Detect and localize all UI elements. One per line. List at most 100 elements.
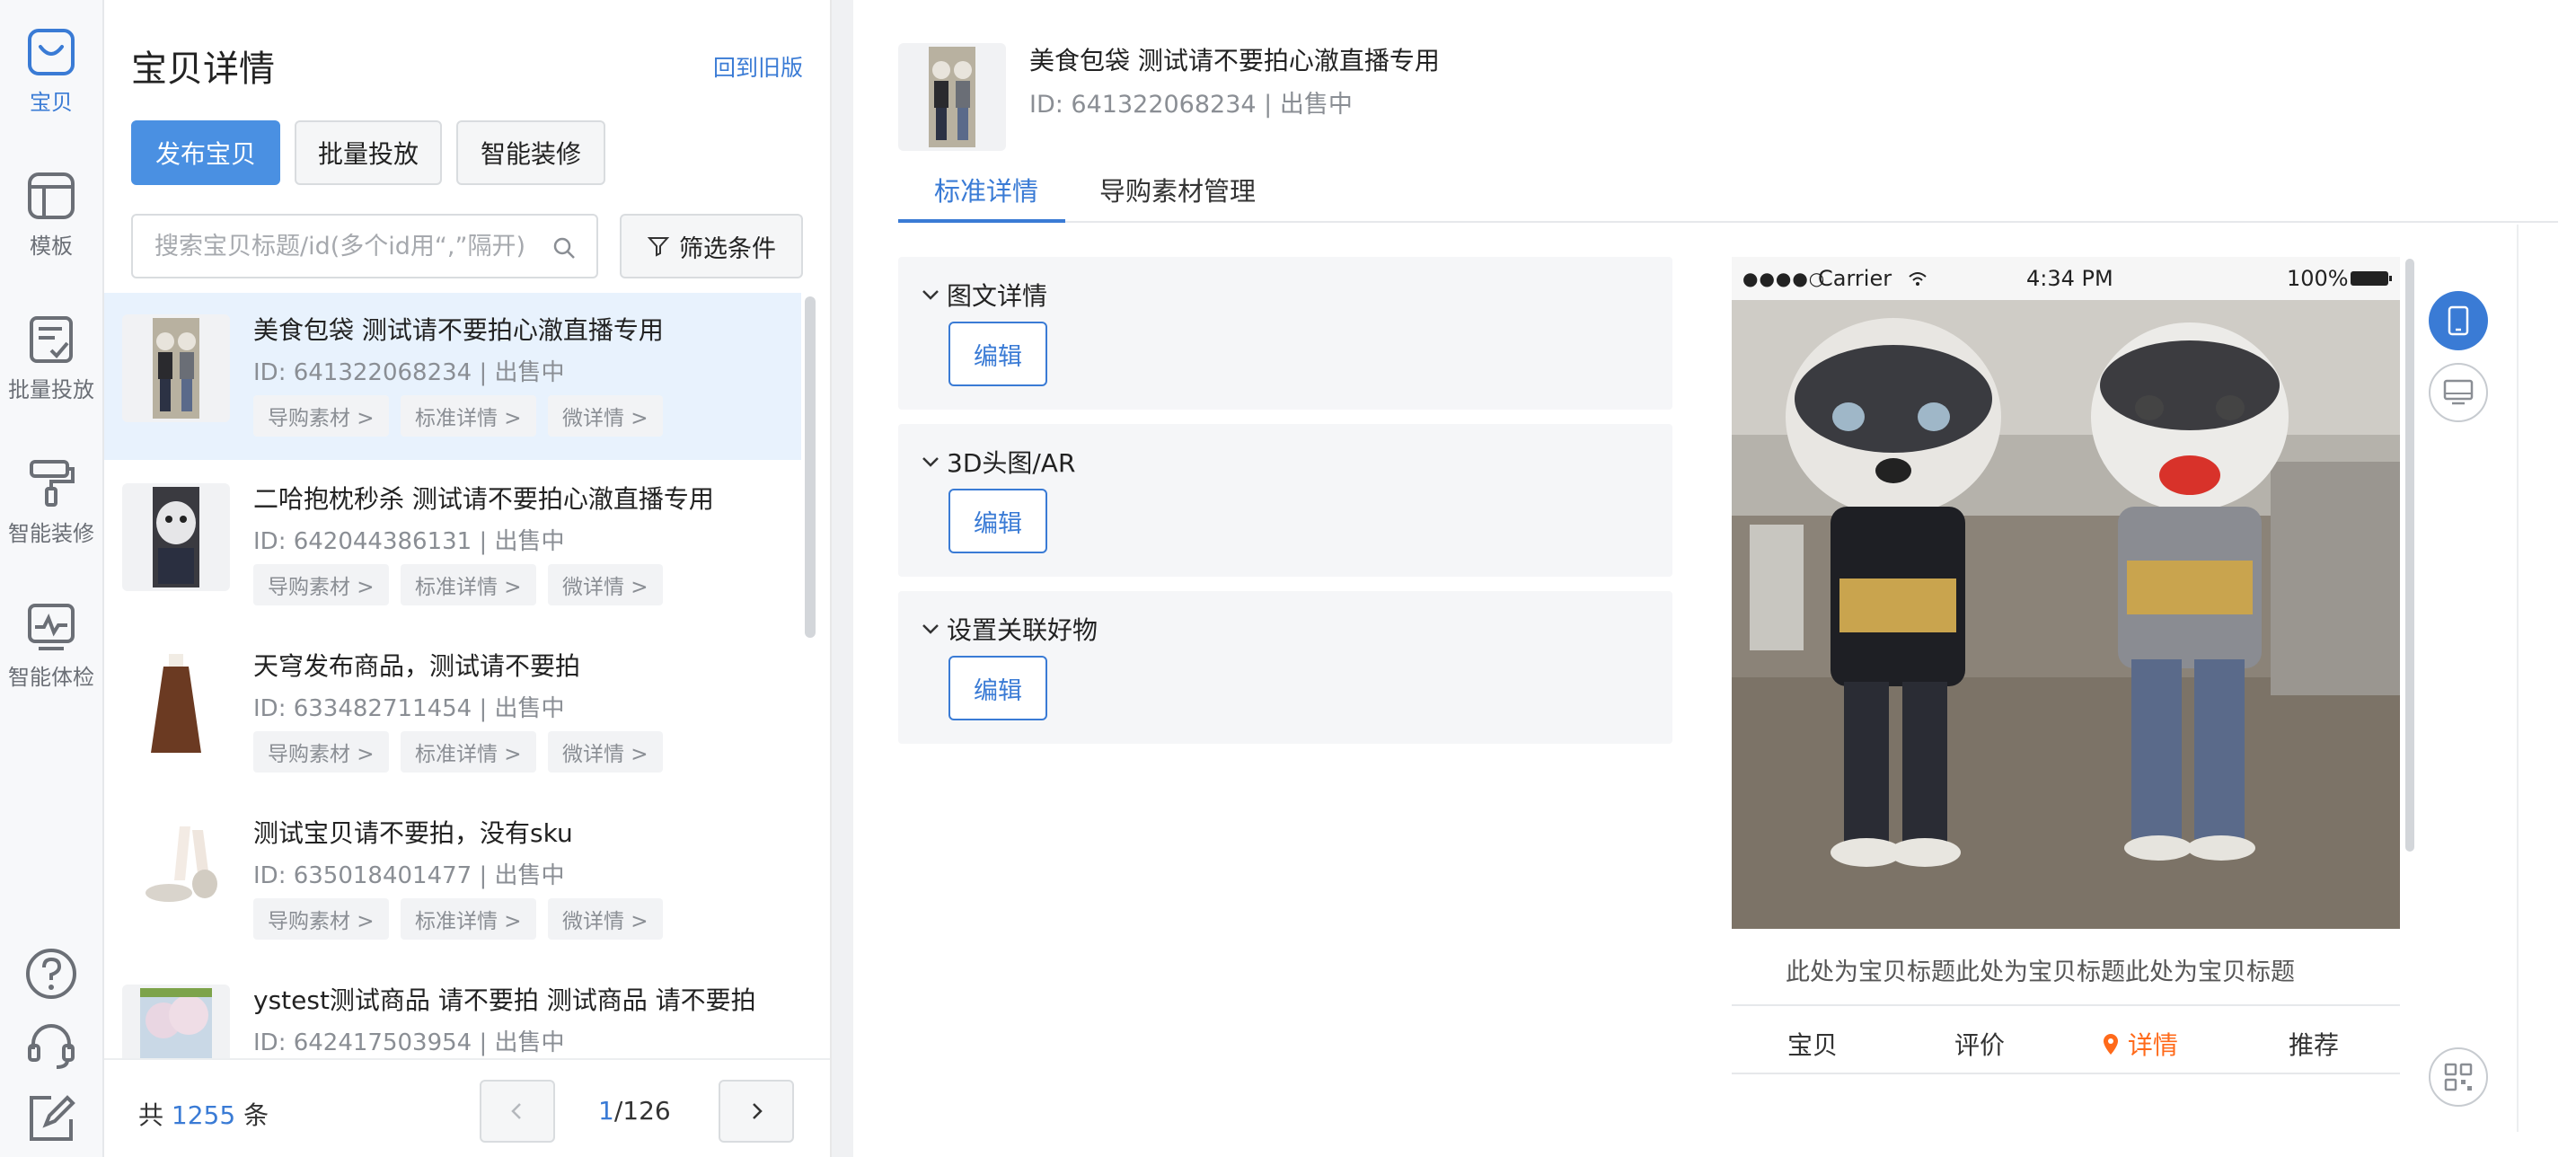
chip-micro-detail[interactable]: 微详情 >	[548, 731, 663, 773]
chevron-right-icon	[753, 1103, 763, 1119]
product-thumbnail	[122, 650, 230, 758]
edit-button[interactable]: 编辑	[948, 489, 1047, 553]
section-header[interactable]: 3D头图/AR	[920, 444, 1075, 480]
help-icon	[26, 949, 76, 999]
detail-meta: ID: 641322068234 | 出售中	[1029, 91, 1353, 119]
battery-icon	[2351, 271, 2392, 286]
smart-decorate-button[interactable]: 智能装修	[456, 120, 605, 185]
preview-tab-detail[interactable]: 详情	[2102, 1026, 2178, 1062]
active-tab-indicator	[898, 219, 1065, 223]
publish-product-button[interactable]: 发布宝贝	[131, 120, 280, 185]
customer-service-button[interactable]	[0, 1019, 102, 1076]
paint-roller-icon	[30, 460, 75, 507]
chip-guide-material[interactable]: 导购素材 >	[253, 395, 389, 437]
filter-icon	[647, 237, 670, 257]
mobile-preview-button[interactable]	[2429, 291, 2488, 350]
preview-tab-reviews[interactable]: 评价	[1954, 1026, 2005, 1062]
preview-tab-bar: 宝贝 评价 详情 推荐	[1732, 1004, 2400, 1074]
item-meta: ID: 642417503954 | 出售中	[253, 1029, 565, 1056]
feedback-button[interactable]	[0, 1091, 102, 1148]
batch-publish-button[interactable]: 批量投放	[295, 120, 442, 185]
page-indicator: 1/126	[598, 1096, 671, 1126]
next-page-button[interactable]	[719, 1080, 794, 1143]
rail-item-label: 批量投放	[8, 377, 94, 402]
tab-guide-material[interactable]: 导购素材管理	[1096, 171, 1259, 208]
item-meta: ID: 635018401477 | 出售中	[253, 862, 565, 889]
chip-standard-detail[interactable]: 标准详情 >	[401, 395, 536, 437]
chevron-down-icon	[922, 457, 939, 467]
chip-micro-detail[interactable]: 微详情 >	[548, 564, 663, 605]
list-scrollbar[interactable]	[805, 296, 816, 638]
qrcode-preview-button[interactable]	[2429, 1047, 2488, 1107]
back-to-old-version-link[interactable]: 回到旧版	[713, 50, 803, 83]
right-edge-border	[2517, 225, 2544, 1132]
section-header[interactable]: 图文详情	[920, 277, 1047, 313]
panel-divider	[832, 0, 853, 1157]
total-pages: /126	[613, 1096, 671, 1126]
list-item[interactable]: 二哈抱枕秒杀 测试请不要拍心澈直播专用 ID: 642044386131 | 出…	[104, 462, 801, 629]
health-check-icon	[28, 604, 75, 650]
product-thumbnail	[122, 314, 230, 422]
rail-item-health-check[interactable]: 智能体检	[0, 602, 102, 691]
rail-item-label: 模板	[30, 234, 73, 259]
pagination-footer: 共 1255 条 1/126	[104, 1058, 830, 1157]
section-title: 图文详情	[947, 281, 1048, 311]
section-header[interactable]: 设置关联好物	[920, 611, 1098, 647]
item-title: 二哈抱枕秒杀 测试请不要拍心澈直播专用	[253, 484, 714, 514]
app-root: 宝贝 模板 批量投放 智能装修 智能体检 宝贝详情 回到旧版 发布宝贝 批量投放…	[0, 0, 2576, 1157]
product-list-panel: 宝贝详情 回到旧版 发布宝贝 批量投放 智能装修 筛选条件	[104, 0, 832, 1157]
item-meta: ID: 633482711454 | 出售中	[253, 695, 565, 722]
item-title: 天穹发布商品，测试请不要拍	[253, 651, 581, 681]
rail-item-batch-publish[interactable]: 批量投放	[0, 314, 102, 403]
rail-item-label: 宝贝	[30, 90, 73, 115]
preview-scrollbar[interactable]	[2405, 259, 2414, 852]
item-title: 测试宝贝请不要拍，没有sku	[253, 818, 573, 848]
chip-guide-material[interactable]: 导购素材 >	[253, 564, 389, 605]
item-title: ystest测试商品 请不要拍 测试商品 请不要拍	[253, 985, 756, 1015]
rail-item-smart-decorate[interactable]: 智能装修	[0, 458, 102, 547]
mobile-preview: ●●●●○ Carrier 4:34 PM 100% 此处为宝贝标题此处为宝贝标…	[1732, 257, 2400, 1101]
chip-standard-detail[interactable]: 标准详情 >	[401, 731, 536, 773]
section-3d-ar: 3D头图/AR 编辑	[898, 424, 1672, 577]
battery-percent: 100%	[2287, 266, 2349, 291]
qrcode-icon	[2444, 1063, 2473, 1091]
feedback-edit-icon	[30, 1095, 75, 1141]
edit-button[interactable]: 编辑	[948, 322, 1047, 386]
preview-product-title: 此处为宝贝标题此处为宝贝标题此处为宝贝标题	[1786, 958, 2295, 986]
search-box	[131, 214, 598, 278]
chip-guide-material[interactable]: 导购素材 >	[253, 898, 389, 940]
detail-title: 美食包袋 测试请不要拍心澈直播专用	[1029, 46, 1440, 75]
search-input[interactable]	[133, 232, 528, 261]
carrier-label: Carrier	[1818, 266, 1892, 291]
chip-standard-detail[interactable]: 标准详情 >	[401, 898, 536, 940]
list-item[interactable]: ystest测试商品 请不要拍 测试商品 请不要拍 ID: 6424175039…	[104, 963, 801, 1058]
section-rich-detail: 图文详情 编辑	[898, 257, 1672, 410]
search-icon[interactable]	[551, 235, 577, 261]
chevron-down-icon	[922, 624, 939, 634]
detail-product-thumbnail	[898, 43, 1006, 151]
help-button[interactable]	[0, 947, 102, 1004]
rail-item-baby[interactable]: 宝贝	[0, 27, 102, 116]
rail-item-template[interactable]: 模板	[0, 171, 102, 260]
preview-tab-product[interactable]: 宝贝	[1787, 1026, 1838, 1062]
chip-micro-detail[interactable]: 微详情 >	[548, 898, 663, 940]
tab-standard-detail[interactable]: 标准详情	[931, 171, 1042, 208]
list-item[interactable]: 测试宝贝请不要拍，没有sku ID: 635018401477 | 出售中 导购…	[104, 796, 801, 963]
edit-button[interactable]: 编辑	[948, 656, 1047, 720]
list-item[interactable]: 天穹发布商品，测试请不要拍 ID: 633482711454 | 出售中 导购素…	[104, 629, 801, 796]
preview-device-tools	[2427, 225, 2499, 1132]
chevron-down-icon	[922, 290, 939, 300]
chip-guide-material[interactable]: 导购素材 >	[253, 731, 389, 773]
phone-status-bar: ●●●●○ Carrier 4:34 PM 100%	[1732, 257, 2400, 300]
desktop-preview-button[interactable]	[2429, 363, 2488, 422]
chip-micro-detail[interactable]: 微详情 >	[548, 395, 663, 437]
chip-standard-detail[interactable]: 标准详情 >	[401, 564, 536, 605]
list-item[interactable]: 美食包袋 测试请不要拍心澈直播专用 ID: 641322068234 | 出售中…	[104, 293, 801, 460]
prev-page-button[interactable]	[480, 1080, 555, 1143]
filter-button[interactable]: 筛选条件	[620, 214, 803, 278]
preview-tab-recommend[interactable]: 推荐	[2289, 1026, 2339, 1062]
template-icon	[28, 172, 75, 219]
desktop-icon	[2443, 379, 2474, 405]
rail-item-label: 智能体检	[8, 665, 94, 690]
product-photo	[1732, 300, 2400, 929]
